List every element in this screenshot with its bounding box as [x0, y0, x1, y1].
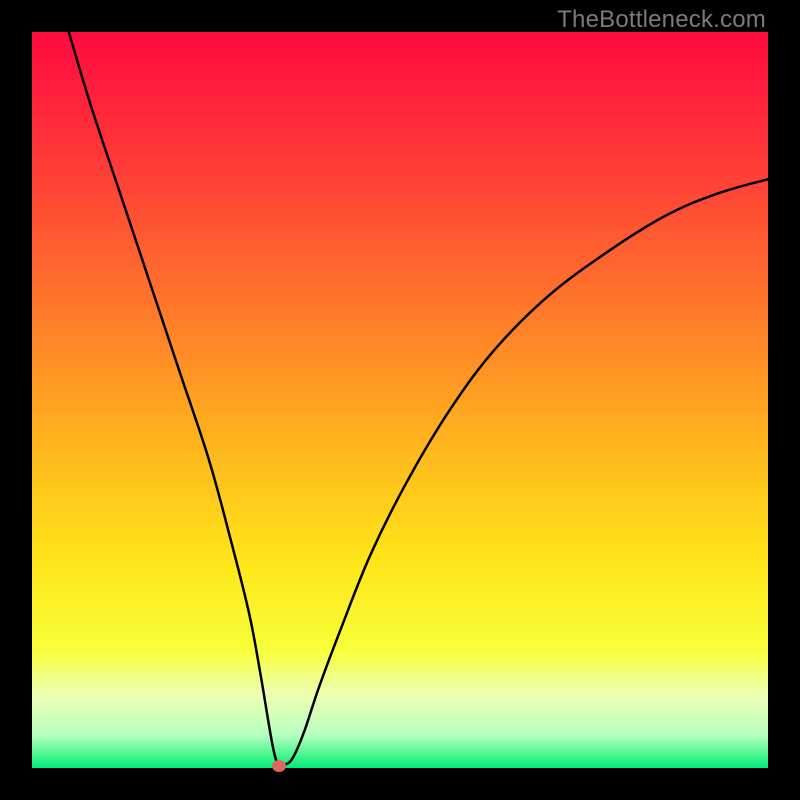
optimal-point-marker: [272, 760, 286, 772]
bottleneck-curve: [32, 32, 768, 768]
plot-frame: [32, 32, 768, 768]
watermark-text: TheBottleneck.com: [557, 6, 766, 34]
